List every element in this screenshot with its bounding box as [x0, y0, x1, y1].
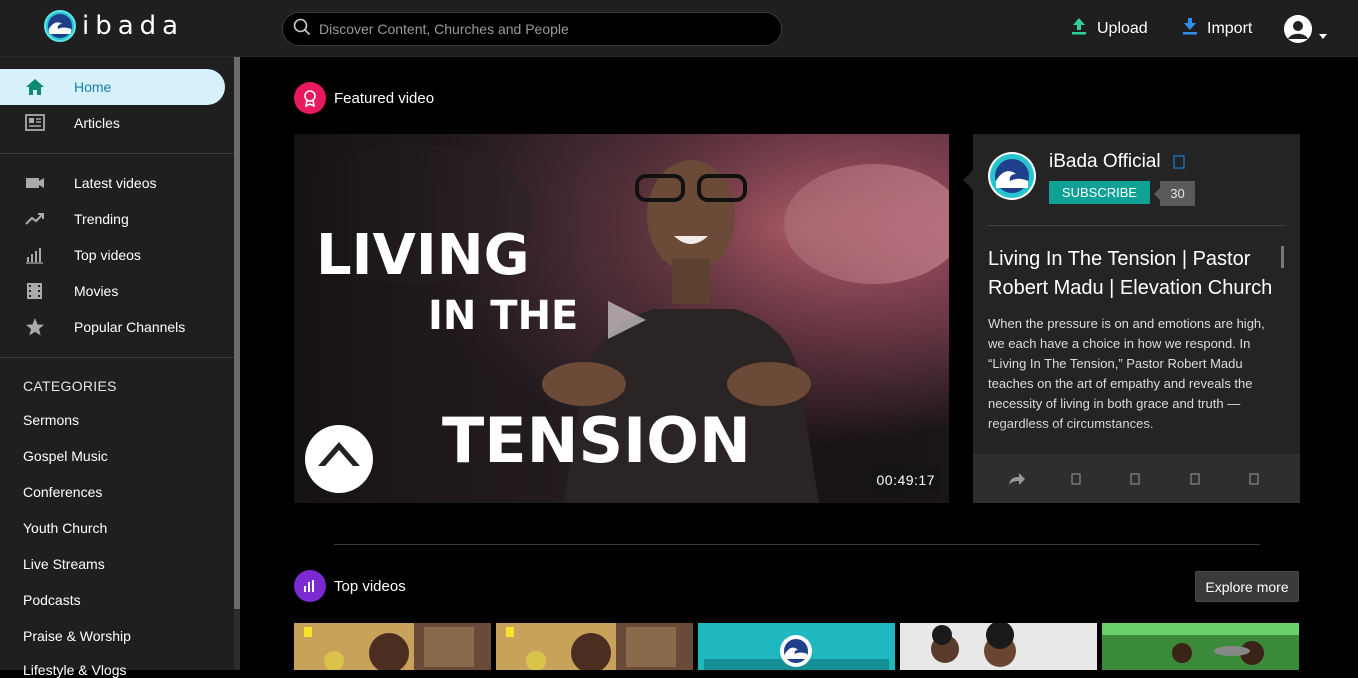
ibada-logo-icon [44, 10, 76, 42]
upload-icon [1071, 17, 1087, 40]
sidebar-item-label: Popular Channels [74, 319, 186, 335]
video-info-card: iBada Official SUBSCRIBE 30 Living In Th… [973, 134, 1300, 503]
search-bar[interactable] [282, 12, 782, 46]
featured-thumbnail-image: LIVING IN THE TENSION [294, 134, 949, 503]
video-thumbnail[interactable] [698, 623, 895, 670]
section-divider [334, 544, 1260, 545]
subscriber-count: 30 [1154, 181, 1195, 206]
verified-icon [1173, 155, 1185, 174]
categories-heading: CATEGORIES [23, 378, 117, 394]
like-icon[interactable] [1067, 470, 1085, 488]
thumbnail-text-in-the: IN THE [428, 293, 578, 339]
category-sermons[interactable]: Sermons [23, 412, 79, 428]
search-input[interactable] [319, 21, 759, 37]
search-icon [293, 18, 311, 41]
video-thumbnail[interactable] [496, 623, 693, 670]
info-divider [988, 225, 1285, 226]
category-youth-church[interactable]: Youth Church [23, 520, 107, 536]
film-icon [24, 281, 46, 301]
sidebar-divider [0, 153, 234, 154]
category-podcasts[interactable]: Podcasts [23, 592, 81, 608]
video-thumbnail[interactable] [1102, 623, 1299, 670]
featured-section-header: Featured video [294, 82, 434, 114]
video-action-bar [973, 454, 1300, 503]
chevron-down-icon[interactable] [1319, 26, 1327, 44]
thumbnail-text-tension: TENSION [442, 404, 751, 477]
description-fade [988, 424, 1283, 454]
sidebar-item-movies[interactable]: Movies [0, 273, 225, 309]
featured-section-title: Featured video [334, 89, 435, 107]
elevation-logo-icon [305, 425, 373, 493]
import-label: Import [1207, 19, 1253, 37]
user-avatar[interactable] [1284, 15, 1312, 43]
sidebar-item-label: Movies [74, 283, 119, 299]
featured-video-thumbnail[interactable]: LIVING IN THE TENSION 00:49:17 [294, 134, 949, 503]
award-icon [294, 82, 326, 114]
channel-name[interactable]: iBada Official [1049, 151, 1161, 173]
sidebar-item-home[interactable]: Home [0, 69, 225, 105]
trending-icon [24, 209, 46, 229]
logo[interactable]: ibada [44, 10, 184, 42]
top-videos-title: Top videos [334, 577, 406, 595]
category-gospel-music[interactable]: Gospel Music [23, 448, 108, 464]
sidebar-item-popular-channels[interactable]: Popular Channels [0, 309, 225, 345]
sidebar-item-articles[interactable]: Articles [0, 105, 225, 141]
sidebar-item-top-videos[interactable]: Top videos [0, 237, 225, 273]
comment-icon[interactable] [1186, 470, 1204, 488]
sidebar-item-trending[interactable]: Trending [0, 201, 225, 237]
category-praise-worship[interactable]: Praise & Worship [23, 628, 131, 644]
upload-button[interactable]: Upload [1071, 17, 1148, 40]
sidebar-item-latest-videos[interactable]: Latest videos [0, 165, 225, 201]
sidebar-item-label: Latest videos [74, 175, 157, 191]
thumbnail-text-living: LIVING [316, 223, 530, 288]
description-scrollbar[interactable] [1281, 246, 1284, 268]
video-thumbnail[interactable] [294, 623, 491, 670]
upload-label: Upload [1097, 19, 1148, 37]
sidebar: Home Articles Latest videos Trending Top… [0, 57, 240, 678]
info-card-pointer [963, 170, 973, 190]
explore-more-button[interactable]: Explore more [1195, 571, 1299, 602]
sidebar-item-label: Top videos [74, 247, 141, 263]
top-bar: ibada Upload Import [0, 0, 1358, 57]
video-title[interactable]: Living In The Tension | Pastor Robert Ma… [988, 245, 1283, 303]
home-icon [24, 77, 46, 97]
dislike-icon[interactable] [1126, 470, 1144, 488]
video-camera-icon [24, 173, 46, 193]
top-videos-section-header: Top videos [294, 570, 406, 602]
sidebar-item-label: Trending [74, 211, 129, 227]
sidebar-divider [0, 357, 234, 358]
bar-chart-icon [294, 570, 326, 602]
category-conferences[interactable]: Conferences [23, 484, 102, 500]
star-icon [24, 317, 46, 337]
bar-chart-icon [24, 245, 46, 265]
sidebar-item-label: Home [74, 79, 112, 95]
category-lifestyle-vlogs[interactable]: Lifestyle & Vlogs [23, 662, 127, 678]
subscribe-button[interactable]: SUBSCRIBE [1049, 181, 1150, 204]
logo-text: ibada [82, 11, 185, 41]
channel-avatar[interactable] [988, 152, 1036, 200]
import-button[interactable]: Import [1182, 17, 1252, 40]
import-icon [1182, 17, 1198, 40]
sidebar-item-label: Articles [74, 115, 120, 131]
article-icon [24, 113, 46, 133]
share-icon[interactable] [1008, 470, 1026, 488]
video-thumbnail[interactable] [900, 623, 1097, 670]
sidebar-scrollbar-thumb[interactable] [234, 57, 240, 609]
video-duration: 00:49:17 [870, 469, 941, 491]
more-icon[interactable] [1245, 470, 1263, 488]
category-live-streams[interactable]: Live Streams [23, 556, 105, 572]
